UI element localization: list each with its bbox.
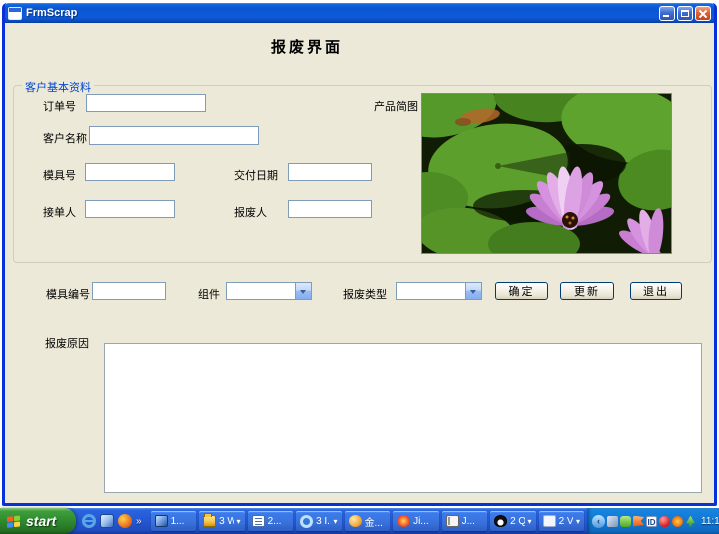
task-button-documents-group[interactable]: 2...: [248, 511, 294, 531]
task-button-window-group[interactable]: 2 V ▾: [539, 511, 585, 531]
component-label: 组件: [198, 286, 220, 302]
minimize-icon: [663, 15, 669, 17]
system-tray: ‹ ID 11:15: [587, 508, 719, 534]
component-select[interactable]: [226, 282, 312, 300]
start-label: start: [26, 513, 56, 529]
scrap-reason-label: 报废原因: [45, 335, 89, 351]
download-manager-tray-icon[interactable]: [633, 516, 644, 527]
customer-name-input[interactable]: [89, 126, 259, 145]
chevron-down-icon: ▾: [528, 517, 532, 526]
form-body: 报废界面 客户基本资料 订单号 客户名称 模具号 交付日期 接单人 报废人 产品…: [5, 23, 714, 506]
network-tray-icon[interactable]: [685, 516, 696, 527]
qq-penguin-icon: [494, 515, 507, 527]
close-button[interactable]: [695, 6, 711, 21]
mold-no-label: 模具号: [43, 167, 76, 183]
chevron-down-icon[interactable]: [465, 283, 481, 299]
computer-icon: [155, 515, 168, 527]
folder-icon: [203, 515, 216, 527]
scrap-type-label: 报废类型: [343, 286, 387, 302]
green-app-tray-icon[interactable]: [620, 516, 631, 527]
chevron-down-icon: ▾: [576, 517, 580, 526]
taskbar: start » 1... 3 W ▾ 2... 3 I... ▾ 金...: [0, 508, 719, 534]
notebook-icon: [446, 515, 459, 527]
chevron-down-icon: ▾: [237, 517, 241, 526]
start-button[interactable]: start: [0, 508, 76, 534]
clock[interactable]: 11:15: [701, 516, 719, 527]
media-player-icon[interactable]: [118, 514, 132, 528]
quick-launch: »: [76, 508, 148, 534]
form-icon: [8, 7, 22, 20]
task-button-folders-group[interactable]: 3 W ▾: [199, 511, 245, 531]
frmscrap-window: FrmScrap 报废界面 客户基本资料 订单号 客户名称 模具号 交付日期 接…: [2, 3, 717, 506]
quick-launch-overflow-chevron[interactable]: »: [136, 516, 142, 527]
page-title: 报废界面: [271, 36, 343, 57]
delivery-date-label: 交付日期: [234, 167, 278, 183]
scrap-person-input[interactable]: [288, 200, 372, 218]
task-button-gold-app[interactable]: 金...: [345, 511, 391, 531]
delivery-date-input[interactable]: [288, 163, 372, 181]
scrap-reason-textarea[interactable]: [104, 343, 702, 493]
internet-explorer-icon: [300, 515, 313, 528]
product-sketch-label: 产品简图: [374, 98, 418, 114]
tray-collapse-chevron[interactable]: ‹: [592, 515, 605, 528]
task-button-notebook-app[interactable]: J...: [442, 511, 488, 531]
water-lilies-image: [422, 94, 671, 253]
show-desktop-icon[interactable]: [100, 514, 114, 528]
messenger-tray-icon[interactable]: [607, 516, 618, 527]
id-card-tray-icon[interactable]: ID: [646, 516, 657, 527]
order-no-input[interactable]: [86, 94, 206, 112]
antivirus-tray-icon[interactable]: [659, 516, 670, 527]
minimize-button[interactable]: [659, 6, 675, 21]
scrap-type-select[interactable]: [396, 282, 482, 300]
groupbox-title: 客户基本资料: [22, 79, 94, 95]
flower-app-icon: [397, 515, 410, 527]
scrap-person-label: 报废人: [234, 204, 267, 220]
mold-code-input[interactable]: [92, 282, 166, 300]
ok-button[interactable]: 确定: [495, 282, 548, 300]
customer-name-label: 客户名称: [43, 130, 87, 146]
gold-app-icon: [349, 515, 362, 527]
update-button[interactable]: 更新: [560, 282, 614, 300]
task-button-qq-group[interactable]: 2 Q ▾: [490, 511, 536, 531]
order-taker-label: 接单人: [43, 204, 76, 220]
window-title: FrmScrap: [26, 7, 659, 19]
mold-no-input[interactable]: [85, 163, 175, 181]
customer-info-groupbox: 客户基本资料 订单号 客户名称 模具号 交付日期 接单人 报废人 产品简图: [13, 85, 712, 263]
exit-button[interactable]: 退出: [630, 282, 682, 300]
task-button-explorer-group[interactable]: 1...: [151, 511, 197, 531]
chevron-down-icon[interactable]: [295, 283, 311, 299]
windows-logo-icon: [6, 514, 22, 529]
document-icon: [252, 515, 265, 527]
task-buttons: 1... 3 W ▾ 2... 3 I... ▾ 金... Ji... J...: [148, 508, 587, 534]
internet-explorer-icon[interactable]: [82, 514, 96, 528]
chevron-down-icon: ▾: [334, 517, 338, 526]
maximize-button[interactable]: [677, 6, 693, 21]
orange-app-tray-icon[interactable]: [672, 516, 683, 527]
task-button-ie-group[interactable]: 3 I... ▾: [296, 511, 342, 531]
task-button-ji-app[interactable]: Ji...: [393, 511, 439, 531]
title-bar[interactable]: FrmScrap: [5, 3, 714, 23]
product-photo: [421, 93, 672, 254]
order-taker-input[interactable]: [85, 200, 175, 218]
mold-code-label: 模具编号: [46, 286, 90, 302]
window-icon: [543, 515, 556, 527]
maximize-icon: [681, 10, 689, 17]
order-no-label: 订单号: [43, 98, 76, 114]
